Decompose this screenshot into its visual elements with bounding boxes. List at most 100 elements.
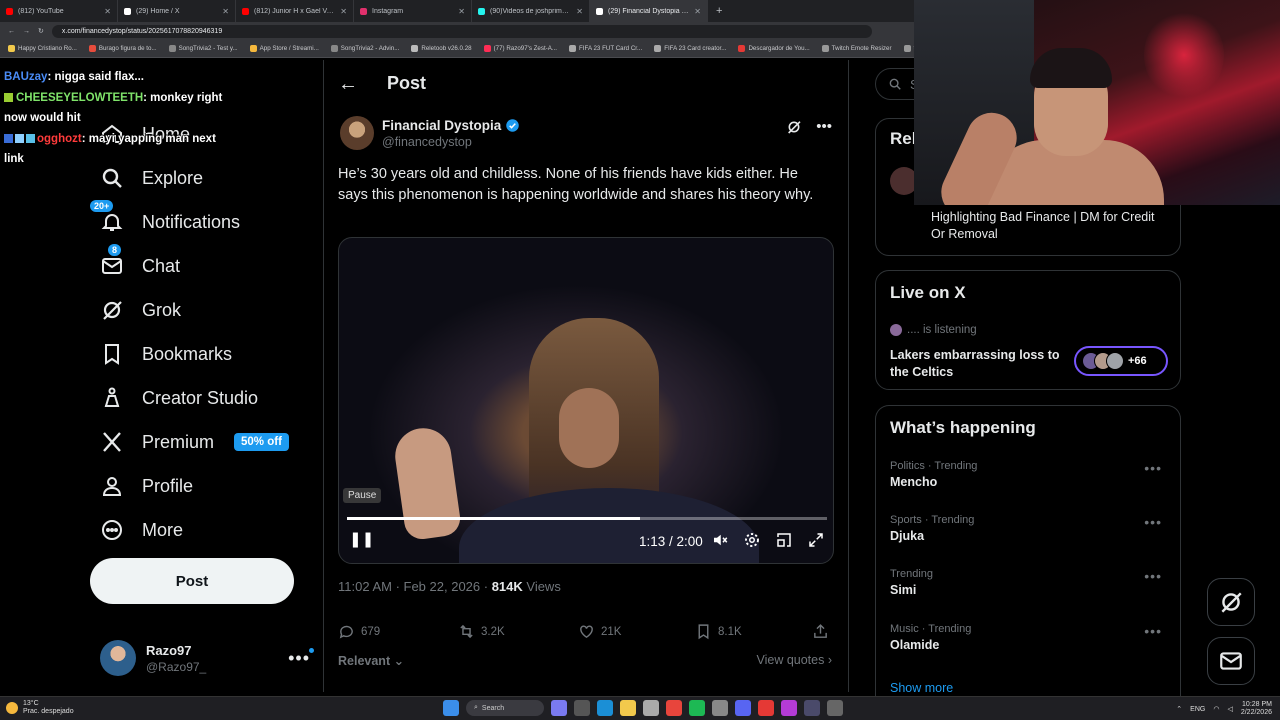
picture-in-picture-icon[interactable] <box>775 531 793 549</box>
page-title: Post <box>387 73 427 93</box>
url-input[interactable]: x.com/financedystop/status/2025617078820… <box>51 24 872 38</box>
bookmark-item[interactable]: App Store / Streami... <box>249 45 319 52</box>
bookmark-item[interactable]: Happy Cristiano Ro... <box>8 45 77 52</box>
like-button[interactable]: 21K <box>578 623 621 640</box>
author-name[interactable]: Financial Dystopia <box>382 118 501 133</box>
live-space-join-pill[interactable]: +66 <box>1074 346 1168 376</box>
browser-tab-active[interactable]: (29) Financial Dystopia on X: "H✕ <box>590 0 708 22</box>
bookmark-item[interactable]: FIFA 23 FUT Card Cr... <box>569 45 642 52</box>
file-explorer-icon[interactable] <box>620 700 636 716</box>
nav-premium[interactable]: Premium 50% off <box>100 430 289 454</box>
bookmark-item[interactable]: SongTrivia2 - Test y... <box>168 45 238 52</box>
chrome-icon[interactable] <box>666 700 682 716</box>
app-icon[interactable] <box>712 700 728 716</box>
close-tab-icon[interactable]: ✕ <box>458 7 465 16</box>
close-tab-icon[interactable]: ✕ <box>694 7 701 16</box>
edge-icon[interactable] <box>597 700 613 716</box>
copilot-icon[interactable] <box>551 700 567 716</box>
browser-tab[interactable]: Instagram ✕ <box>354 0 472 22</box>
browser-tab[interactable]: (812) YouTube ✕ <box>0 0 118 22</box>
bookmark-button[interactable]: 8.1K <box>695 623 742 640</box>
close-tab-icon[interactable]: ✕ <box>222 7 229 16</box>
browser-tab[interactable]: (90)Videos de joshprimo222 (@✕ <box>472 0 590 22</box>
video-player[interactable]: Pause ❚❚ 1:13 / 2:00 <box>338 237 834 564</box>
sun-icon <box>6 702 18 714</box>
weather-widget[interactable]: 13°C Prac. despejado <box>6 700 74 716</box>
back-nav-icon[interactable]: ← <box>8 28 15 35</box>
verified-badge-icon <box>506 118 520 132</box>
author-avatar[interactable] <box>340 116 374 150</box>
close-tab-icon[interactable]: ✕ <box>340 7 347 16</box>
discord-icon[interactable] <box>735 700 751 716</box>
reload-icon[interactable]: ↻ <box>38 27 44 35</box>
trend-item[interactable]: Sports · Trending Djuka ••• <box>890 514 1170 543</box>
tray-chevron-icon[interactable]: ⌃ <box>1176 705 1182 713</box>
webcam-person-hair <box>1030 48 1112 88</box>
app-icon[interactable] <box>758 700 774 716</box>
post-author[interactable]: Financial Dystopia @financedystop <box>340 116 520 150</box>
trend-item[interactable]: Music · Trending Olamide ••• <box>890 623 1170 652</box>
nav-bookmarks[interactable]: Bookmarks <box>100 342 232 366</box>
bookmark-item[interactable]: Burago figura de to... <box>88 45 157 52</box>
bookmark-item[interactable]: Reletoob v26.0.28 <box>411 45 472 52</box>
live-space-title[interactable]: Lakers embarrassing loss to the Celtics <box>890 347 1070 381</box>
more-dots-icon[interactable]: ••• <box>1144 514 1162 530</box>
more-dots-icon[interactable]: ••• <box>1144 460 1162 476</box>
volume-icon[interactable] <box>711 531 729 549</box>
nav-profile[interactable]: Profile <box>100 474 193 498</box>
more-dots-icon[interactable]: ••• <box>288 647 314 669</box>
nav-more[interactable]: More <box>100 518 183 542</box>
more-dots-icon[interactable]: ••• <box>1144 623 1162 639</box>
obs-icon[interactable] <box>804 700 820 716</box>
bookmark-item[interactable]: (77) Razo97's Zest-A... <box>483 45 557 52</box>
bookmark-item[interactable]: Twitch Emote Resizer <box>821 45 892 52</box>
app-icon[interactable] <box>781 700 797 716</box>
pause-icon[interactable]: ❚❚ <box>349 530 374 548</box>
more-dots-icon[interactable]: ••• <box>816 118 832 135</box>
fullscreen-icon[interactable] <box>807 531 825 549</box>
close-tab-icon[interactable]: ✕ <box>104 7 111 16</box>
settings-gear-icon[interactable] <box>743 531 761 549</box>
nav-creator-studio[interactable]: Creator Studio <box>100 386 258 410</box>
show-more-link[interactable]: Show more <box>890 681 953 695</box>
more-dots-icon[interactable]: ••• <box>1144 568 1162 584</box>
nav-grok[interactable]: Grok <box>100 298 181 322</box>
grok-icon[interactable] <box>786 119 802 135</box>
share-button[interactable] <box>812 623 829 640</box>
back-arrow-icon[interactable]: ← <box>338 73 358 96</box>
store-icon[interactable] <box>643 700 659 716</box>
nav-explore[interactable]: Explore <box>100 166 203 190</box>
account-switcher[interactable]: Razo97 @Razo97_ ••• <box>100 638 314 678</box>
trend-item[interactable]: Politics · Trending Mencho ••• <box>890 460 1170 489</box>
bookmark-item[interactable]: FIFA 23 Card creator... <box>654 45 726 52</box>
taskbar-clock[interactable]: 10:28 PM 2/22/2026 <box>1241 701 1272 717</box>
video-progress-bar[interactable] <box>347 517 827 520</box>
close-tab-icon[interactable]: ✕ <box>576 7 583 16</box>
app-icon[interactable] <box>827 700 843 716</box>
nav-chat[interactable]: 8 Chat <box>100 244 180 278</box>
wifi-icon[interactable]: ◠ <box>1213 705 1219 713</box>
chat-username: BAUzay <box>4 71 48 83</box>
browser-tab[interactable]: (812) Junior H x Gael Valenzuela✕ <box>236 0 354 22</box>
reply-sort-dropdown[interactable]: Relevant ⌄ <box>338 653 404 668</box>
grok-floating-button[interactable] <box>1207 578 1255 626</box>
spotify-icon[interactable] <box>689 700 705 716</box>
view-quotes-link[interactable]: View quotes › <box>756 653 832 667</box>
compose-post-button[interactable]: Post <box>90 558 294 604</box>
bookmark-item[interactable]: SongTrivia2 - Advin... <box>330 45 399 52</box>
author-handle[interactable]: @financedystop <box>382 135 520 149</box>
nav-notifications[interactable]: 20+ Notifications <box>90 200 240 234</box>
messages-floating-button[interactable] <box>1207 637 1255 685</box>
trend-item[interactable]: Trending Simi ••• <box>890 568 1170 597</box>
task-view-icon[interactable] <box>574 700 590 716</box>
new-tab-icon[interactable]: + <box>708 5 730 17</box>
windows-start-icon[interactable] <box>443 700 459 716</box>
browser-tab[interactable]: (29) Home / X ✕ <box>118 0 236 22</box>
reply-button[interactable]: 679 <box>338 623 380 640</box>
tray-language[interactable]: ENG <box>1190 706 1205 713</box>
bookmark-item[interactable]: Descargador de You... <box>738 45 810 52</box>
taskbar-search[interactable]: ⌕ Search <box>466 700 544 716</box>
forward-nav-icon[interactable]: → <box>23 28 30 35</box>
volume-icon[interactable]: ◁ <box>1227 705 1232 713</box>
repost-button[interactable]: 3.2K <box>458 623 505 640</box>
